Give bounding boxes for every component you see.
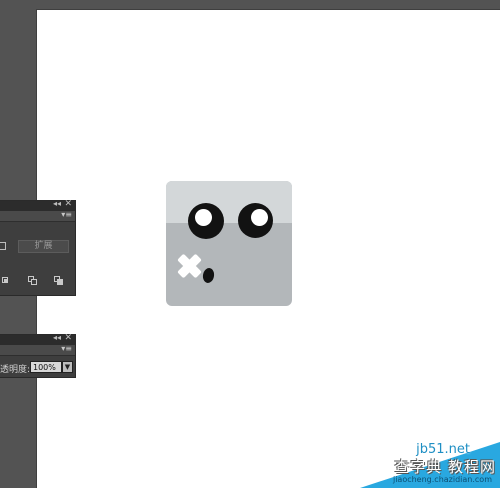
close-icon[interactable]: ✕ — [64, 199, 72, 209]
right-eye-highlight — [251, 209, 268, 226]
collapse-icon[interactable]: ◂◂ — [53, 199, 61, 208]
shape-mode-icon[interactable] — [0, 242, 6, 250]
opacity-input[interactable]: 100% — [30, 361, 62, 373]
trim-icon[interactable] — [2, 277, 11, 286]
left-eye — [188, 203, 224, 239]
watermark-domain: jiaocheng.chazidian.com — [392, 475, 492, 484]
transparency-panel: ◂◂ ✕ ▾≡ 透明度: 100% ▼ — [0, 333, 76, 378]
watermark: jb51.net 查字典 教程网 jiaocheng.chazidian.com — [360, 442, 500, 488]
close-icon[interactable]: ✕ — [64, 333, 72, 343]
pathfinder-panel: ◂◂ ✕ ▾≡ 扩展 — [0, 199, 76, 296]
collapse-icon[interactable]: ◂◂ — [53, 333, 61, 342]
panel-menu-icon[interactable]: ▾≡ — [61, 210, 72, 219]
expand-button[interactable]: 扩展 — [18, 240, 69, 253]
expand-row: 扩展 — [0, 239, 76, 255]
panel-menu-icon[interactable]: ▾≡ — [61, 344, 72, 353]
opacity-row: 透明度: 100% ▼ — [0, 361, 76, 375]
transparency-panel-tabbar: ▾≡ — [0, 344, 75, 356]
pathfinder-icon-row — [0, 275, 76, 287]
character-artwork[interactable] — [166, 181, 292, 306]
mouth — [201, 267, 216, 284]
left-eye-highlight — [195, 209, 212, 226]
outline-icon[interactable] — [28, 276, 37, 285]
minus-back-icon[interactable] — [54, 276, 63, 285]
watermark-title: 查字典 教程网 — [394, 458, 496, 476]
character-upper-band — [166, 181, 292, 223]
watermark-site: jb51.net — [416, 442, 470, 457]
bandage-x-mark — [177, 253, 203, 279]
opacity-dropdown-icon[interactable]: ▼ — [62, 361, 73, 373]
pathfinder-panel-tabbar: ▾≡ — [0, 210, 75, 222]
right-eye — [238, 203, 273, 238]
opacity-label: 透明度: — [0, 365, 31, 375]
